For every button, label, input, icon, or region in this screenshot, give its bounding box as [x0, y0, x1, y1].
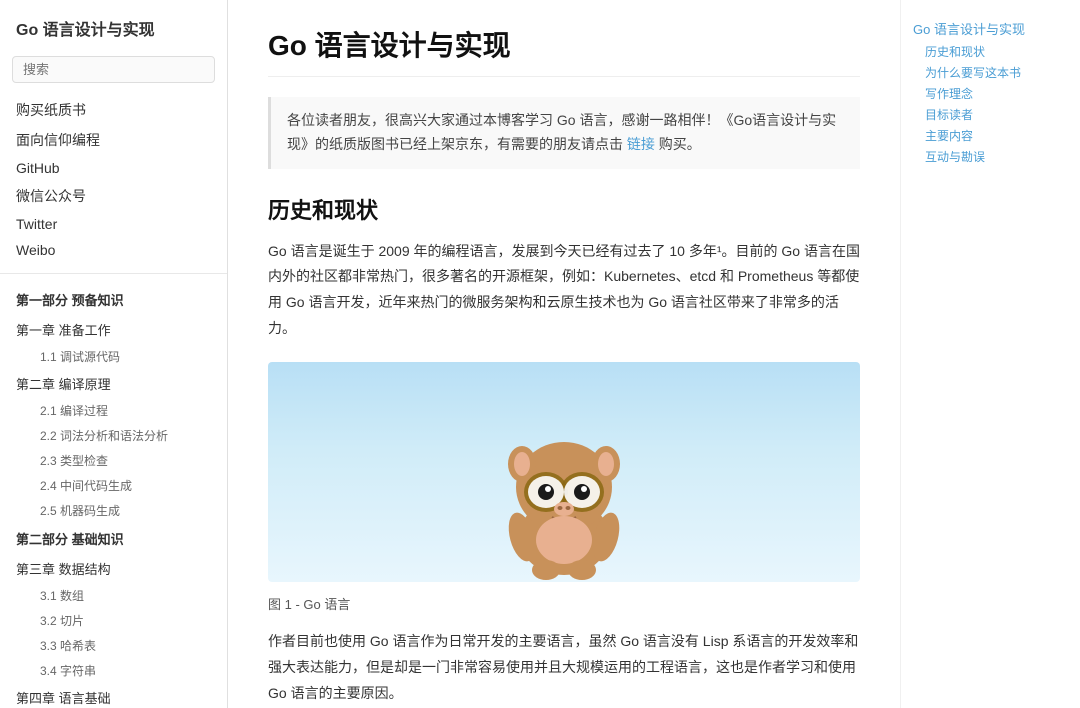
sidebar-link-weibo[interactable]: Weibo	[0, 237, 227, 263]
main-title: Go 语言设计与实现	[268, 24, 860, 77]
sidebar-link-twitter[interactable]: Twitter	[0, 211, 227, 237]
sidebar-divider-1	[0, 273, 227, 274]
sidebar-s3-1[interactable]: 3.1 数组	[0, 583, 227, 608]
intro-box: 各位读者朋友，很高兴大家通过本博客学习 Go 语言，感谢一路相伴！《Go语言设计…	[268, 97, 860, 169]
sidebar-s2-1[interactable]: 2.1 编译过程	[0, 398, 227, 423]
sidebar-s3-4[interactable]: 3.4 字符串	[0, 658, 227, 683]
sidebar-part1-title: 第一部分 预备知识	[0, 284, 227, 315]
toc-item-2[interactable]: 为什么要写这本书	[913, 62, 1068, 83]
sidebar-link-buy[interactable]: 购买纸质书	[0, 95, 227, 125]
toc-item-0[interactable]: Go 语言设计与实现	[913, 16, 1068, 41]
sidebar-s2-4[interactable]: 2.4 中间代码生成	[0, 473, 227, 498]
sidebar-link-github[interactable]: GitHub	[0, 155, 227, 181]
toc-item-3[interactable]: 写作理念	[913, 83, 1068, 104]
sidebar-ch4[interactable]: 第四章 语言基础	[0, 683, 227, 708]
main-content: Go 语言设计与实现 各位读者朋友，很高兴大家通过本博客学习 Go 语言，感谢一…	[228, 0, 900, 708]
sidebar-ch3[interactable]: 第三章 数据结构	[0, 554, 227, 583]
sidebar-s3-2[interactable]: 3.2 切片	[0, 608, 227, 633]
para1: Go 语言是诞生于 2009 年的编程语言，发展到今天已经有过去了 10 多年¹…	[268, 239, 860, 343]
sidebar-part2-title: 第二部分 基础知识	[0, 523, 227, 554]
fig-caption: 图 1 - Go 语言	[268, 594, 860, 613]
toc-item-6[interactable]: 互动与勘误	[913, 146, 1068, 167]
para2: 作者目前也使用 Go 语言作为日常开发的主要语言，虽然 Go 语言没有 Lisp…	[268, 629, 860, 707]
toc-item-5[interactable]: 主要内容	[913, 125, 1068, 146]
sidebar-ch2[interactable]: 第二章 编译原理	[0, 369, 227, 398]
toc: Go 语言设计与实现 历史和现状 为什么要写这本书 写作理念 目标读者 主要内容…	[900, 0, 1080, 708]
gopher-image	[268, 362, 860, 582]
intro-text: 各位读者朋友，很高兴大家通过本博客学习 Go 语言，感谢一路相伴！《Go语言设计…	[287, 112, 836, 152]
search-box[interactable]	[12, 56, 215, 83]
sidebar-title: Go 语言设计与实现	[0, 16, 227, 56]
section1-title: 历史和现状	[268, 193, 860, 225]
sidebar-s3-3[interactable]: 3.3 哈希表	[0, 633, 227, 658]
toc-item-4[interactable]: 目标读者	[913, 104, 1068, 125]
sidebar-link-wechat[interactable]: 微信公众号	[0, 181, 227, 211]
intro-suffix: 购买。	[659, 136, 701, 152]
sidebar-s2-5[interactable]: 2.5 机器码生成	[0, 498, 227, 523]
sidebar-s1-1[interactable]: 1.1 调试源代码	[0, 344, 227, 369]
toc-item-1[interactable]: 历史和现状	[913, 41, 1068, 62]
sidebar-s2-3[interactable]: 2.3 类型检查	[0, 448, 227, 473]
gopher-svg	[464, 382, 664, 582]
search-input[interactable]	[12, 56, 215, 83]
sidebar-s2-2[interactable]: 2.2 词法分析和语法分析	[0, 423, 227, 448]
sidebar: Go 语言设计与实现 购买纸质书 面向信仰编程 GitHub 微信公众号 Twi…	[0, 0, 228, 708]
sidebar-link-faith[interactable]: 面向信仰编程	[0, 125, 227, 155]
intro-link[interactable]: 链接	[627, 136, 655, 152]
sidebar-ch1[interactable]: 第一章 准备工作	[0, 315, 227, 344]
